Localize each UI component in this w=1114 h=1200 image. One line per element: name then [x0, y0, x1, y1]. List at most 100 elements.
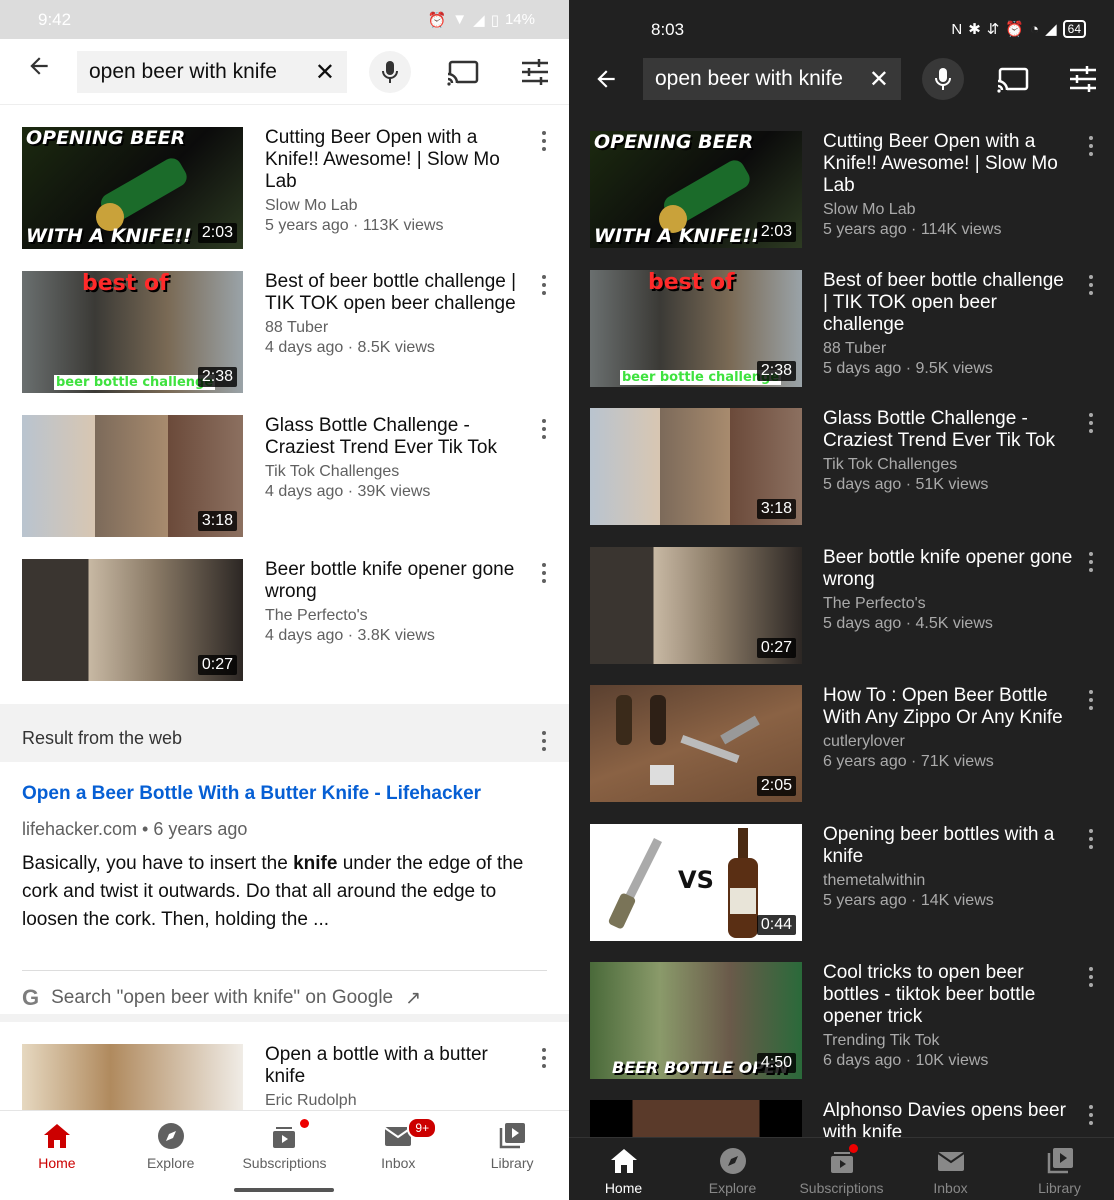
video-result[interactable]: BEER BOTTLE OPEN 4:50 Cool tricks to ope… [590, 962, 1035, 1079]
more-options-icon[interactable] [541, 131, 547, 151]
more-options-icon[interactable] [1088, 829, 1094, 849]
filter-icon[interactable] [521, 59, 549, 85]
clear-icon[interactable]: ✕ [869, 65, 889, 94]
video-result[interactable]: 3:18 Glass Bottle Challenge - Craziest T… [22, 415, 497, 537]
channel-name: The Perfecto's [823, 595, 926, 612]
more-options-icon[interactable] [1088, 967, 1094, 987]
video-thumbnail[interactable]: OPENING BEER WITH A KNIFE!! 2:03 [590, 131, 802, 248]
bottom-nav: Home Explore Subscriptions Inbox Library [569, 1137, 1114, 1200]
video-thumbnail[interactable]: best of beer bottle challenge 2:38 [590, 270, 802, 387]
video-thumbnail[interactable] [590, 1100, 802, 1140]
back-arrow-icon[interactable] [26, 53, 52, 87]
nav-inbox[interactable]: Inbox [896, 1138, 1005, 1200]
video-result[interactable]: VS 0:44 Opening beer bottles with a knif… [590, 824, 1054, 941]
more-options-icon[interactable] [1088, 690, 1094, 710]
thumbnail-text: VS [678, 866, 714, 894]
alarm-icon: ⏰ [427, 11, 447, 29]
more-options-icon[interactable] [541, 563, 547, 583]
more-options-icon[interactable] [541, 275, 547, 295]
more-options-icon[interactable] [1088, 275, 1094, 295]
inbox-icon [936, 1146, 966, 1176]
more-options-icon[interactable] [1088, 413, 1094, 433]
nav-library[interactable]: Library [1005, 1138, 1114, 1200]
video-title: Best of beer bottle challenge | TIK TOK … [265, 271, 517, 314]
nav-subscriptions[interactable]: Subscriptions [787, 1138, 896, 1200]
mic-icon[interactable] [369, 51, 411, 93]
video-thumbnail[interactable]: 3:18 [590, 408, 802, 525]
search-on-google[interactable]: G Search "open beer with knife" on Googl… [22, 970, 547, 1011]
video-duration: 2:03 [756, 222, 796, 242]
gesture-bar[interactable] [234, 1188, 334, 1192]
status-icons: N ✱ ⇵ ⏰ ◔ ◢ 64 [951, 20, 1086, 38]
search-input[interactable]: open beer with knife ✕ [643, 58, 901, 100]
video-result[interactable]: 2:05 How To : Open Beer Bottle With Any … [590, 685, 1063, 802]
filter-icon[interactable] [1069, 66, 1097, 92]
video-stats: 5 years ago · 113K views [265, 217, 444, 234]
nav-explore[interactable]: Explore [114, 1111, 228, 1200]
video-thumbnail[interactable]: OPENING BEER WITH A KNIFE!! 2:03 [22, 127, 243, 249]
video-title: Beer bottle knife opener gone wrong [265, 559, 515, 602]
more-options-icon[interactable] [541, 731, 547, 751]
video-result[interactable]: Alphonso Davies opens beer with knife [590, 1100, 1066, 1143]
thumbnail-text: WITH A KNIFE!! [26, 225, 192, 247]
video-result[interactable]: OPENING BEER WITH A KNIFE!! 2:03 Cutting… [590, 131, 1058, 248]
nav-label: Subscriptions [799, 1180, 884, 1196]
mic-icon[interactable] [922, 58, 964, 100]
nav-library[interactable]: Library [455, 1111, 569, 1200]
video-thumbnail[interactable]: BEER BOTTLE OPEN 4:50 [590, 962, 802, 1079]
video-result[interactable]: best of beer bottle challenge 2:38 Best … [590, 270, 1064, 387]
video-meta: Beer bottle knife opener gone wrong The … [265, 559, 525, 646]
back-arrow-icon[interactable] [593, 66, 619, 100]
bottom-nav: Home Explore Subscriptions 9+ Inbox Libr… [0, 1110, 569, 1200]
video-thumbnail[interactable]: VS 0:44 [590, 824, 802, 941]
wifi-icon: ▼ [452, 11, 468, 28]
cast-icon[interactable] [447, 60, 479, 86]
video-title: How To : Open Beer Bottle With Any Zippo… [823, 685, 1063, 728]
video-result[interactable]: Open a bottle with a butter knife Eric R… [22, 1044, 488, 1114]
nav-home[interactable]: Home [569, 1138, 678, 1200]
more-options-icon[interactable] [1088, 552, 1094, 572]
video-meta: Opening beer bottles with a knife themet… [823, 824, 1073, 911]
cast-icon[interactable] [997, 67, 1029, 93]
video-thumbnail[interactable]: 0:27 [22, 559, 243, 681]
divider [0, 704, 569, 712]
nav-label: Library [1038, 1180, 1081, 1196]
video-duration: 2:05 [756, 776, 796, 796]
video-result[interactable]: 0:27 Beer bottle knife opener gone wrong… [590, 547, 1072, 664]
nav-home[interactable]: Home [0, 1111, 114, 1200]
video-result[interactable]: OPENING BEER WITH A KNIFE!! 2:03 Cutting… [22, 127, 500, 249]
video-duration: 2:38 [197, 367, 237, 387]
video-thumbnail[interactable] [22, 1044, 243, 1114]
video-meta: Beer bottle knife opener gone wrong The … [823, 547, 1073, 634]
video-title: Glass Bottle Challenge - Craziest Trend … [823, 408, 1055, 451]
nav-explore[interactable]: Explore [678, 1138, 787, 1200]
nav-label: Library [490, 1155, 534, 1171]
video-result[interactable]: 0:27 Beer bottle knife opener gone wrong… [22, 559, 514, 681]
video-thumbnail[interactable]: best of beer bottle challenge 2:38 [22, 271, 243, 393]
video-duration: 0:27 [197, 655, 237, 675]
video-thumbnail[interactable]: 3:18 [22, 415, 243, 537]
video-result[interactable]: best of beer bottle challenge 2:38 Best … [22, 271, 516, 393]
more-options-icon[interactable] [541, 419, 547, 439]
video-thumbnail[interactable]: 0:27 [590, 547, 802, 664]
notification-dot [849, 1144, 859, 1153]
status-bar: 8:03 N ✱ ⇵ ⏰ ◔ ◢ 64 [569, 0, 1114, 44]
more-options-icon[interactable] [1088, 1105, 1094, 1125]
clear-icon[interactable]: ✕ [315, 58, 335, 87]
video-meta: Best of beer bottle challenge | TIK TOK … [823, 270, 1073, 379]
nav-subscriptions[interactable]: Subscriptions [228, 1111, 342, 1200]
more-options-icon[interactable] [1088, 136, 1094, 156]
video-thumbnail[interactable]: 2:05 [590, 685, 802, 802]
search-input[interactable]: open beer with knife ✕ [77, 51, 347, 93]
more-options-icon[interactable] [541, 1048, 547, 1068]
channel-name: Slow Mo Lab [823, 201, 916, 218]
video-duration: 0:44 [756, 915, 796, 935]
video-title: Best of beer bottle challenge | TIK TOK … [823, 270, 1064, 335]
nav-inbox[interactable]: 9+ Inbox [341, 1111, 455, 1200]
video-meta: Best of beer bottle challenge | TIK TOK … [265, 271, 525, 358]
web-result-link[interactable]: Open a Beer Bottle With a Butter Knife -… [22, 783, 547, 805]
video-meta: Glass Bottle Challenge - Craziest Trend … [823, 408, 1073, 495]
video-result[interactable]: 3:18 Glass Bottle Challenge - Craziest T… [590, 408, 1055, 525]
status-icons: ⏰ ▼ ◢ ▯ 14% [428, 11, 535, 29]
battery-icon: 64 [1062, 20, 1086, 38]
